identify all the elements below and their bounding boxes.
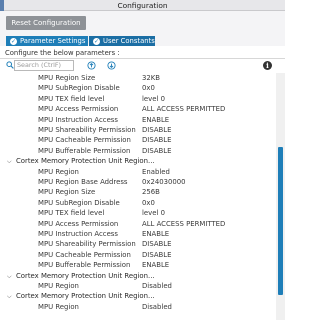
tab-label: Parameter Settings	[20, 37, 86, 45]
parameter-row[interactable]: MPU Bufferable Permission DISABLE	[0, 146, 275, 157]
parameter-row[interactable]: MPU Region Disabled	[0, 281, 275, 292]
parameter-name: MPU Cacheable Permission	[38, 136, 131, 145]
parameter-row[interactable]: MPU Cacheable Permission DISABLE	[0, 250, 275, 261]
group-label: Cortex Memory Protection Unit Region...	[16, 271, 155, 280]
parameter-row[interactable]: MPU Region Enabled	[0, 167, 275, 178]
search-icon	[6, 61, 14, 69]
tab-parameter-settings[interactable]: ✓ Parameter Settings	[6, 36, 88, 46]
parameter-name: MPU Bufferable Permission	[38, 146, 131, 155]
parameter-value[interactable]: DISABLE	[142, 135, 171, 146]
parameter-tree: MPU Region Size 32KB MPU SubRegion Disable…	[0, 73, 275, 320]
parameter-row[interactable]: MPU Region Base Address 0x24030000	[0, 177, 275, 188]
scrollbar-thumb[interactable]	[278, 147, 283, 295]
reset-configuration-button[interactable]: Reset Configuration	[6, 16, 86, 30]
tree-group-row[interactable]: ⌵ Cortex Memory Protection Unit Region...	[0, 271, 275, 282]
chevron-down-icon[interactable]: ⌵	[7, 156, 12, 167]
parameter-value[interactable]: 256B	[142, 187, 160, 198]
parameter-row[interactable]: MPU Instruction Access ENABLE	[0, 115, 275, 126]
parameter-value[interactable]: ALL ACCESS PERMITTED	[142, 104, 225, 115]
parameter-name: MPU Bufferable Permission	[38, 261, 131, 270]
parameter-name: MPU Region Size	[38, 188, 96, 197]
parameter-name: MPU Shareability Permission	[38, 126, 136, 134]
parameter-value[interactable]: ALL ACCESS PERMITTED	[142, 219, 225, 230]
parameter-value[interactable]: Disabled	[142, 302, 172, 313]
info-icon[interactable]: i	[263, 61, 272, 70]
window-title: Configuration	[117, 1, 168, 10]
parameter-row[interactable]: MPU Bufferable Permission ENABLE	[0, 260, 275, 271]
parameter-row[interactable]: MPU SubRegion Disable 0x0	[0, 83, 275, 94]
window-titlebar: Configuration	[0, 0, 285, 11]
search-input[interactable]: Search (CtrlF)	[14, 60, 74, 71]
parameter-value[interactable]: 32KB	[142, 73, 160, 84]
parameter-value[interactable]: ENABLE	[142, 115, 169, 126]
tab-label: User Constants	[103, 37, 155, 45]
configure-hint: Configure the below parameters :	[0, 47, 285, 59]
tab-user-constants[interactable]: ✓ User Constants	[89, 36, 155, 46]
parameter-name: MPU Instruction Access	[38, 115, 118, 124]
parameter-value[interactable]: ENABLE	[142, 229, 169, 240]
parameter-name: MPU SubRegion Disable	[38, 84, 120, 93]
titlebar-accent	[0, 0, 4, 11]
parameter-value[interactable]: level 0	[142, 208, 165, 219]
chevron-down-icon[interactable]: ⌵	[7, 291, 12, 302]
parameter-value[interactable]: ENABLE	[142, 260, 169, 271]
parameter-name: MPU Region	[38, 167, 79, 176]
parameter-value[interactable]: 0x0	[142, 83, 155, 94]
check-circle-icon: ✓	[10, 37, 17, 45]
parameter-value[interactable]: Disabled	[142, 281, 172, 292]
parameter-value[interactable]: DISABLE	[142, 125, 171, 136]
parameter-value[interactable]: 0x24030000	[142, 177, 186, 188]
parameter-value[interactable]: DISABLE	[142, 250, 171, 261]
parameter-name: MPU Region	[38, 282, 79, 290]
parameter-row[interactable]: MPU SubRegion Disable 0x0	[0, 198, 275, 209]
parameter-name: MPU Access Permission	[38, 105, 119, 114]
parameter-name: MPU Instruction Access	[38, 230, 118, 238]
parameter-row[interactable]: MPU Region Size 32KB	[0, 73, 275, 84]
parameter-row[interactable]: MPU Shareability Permission DISABLE	[0, 239, 275, 250]
parameter-name: MPU Region Base Address	[38, 178, 128, 186]
parameter-row[interactable]: MPU Region Size 256B	[0, 187, 275, 198]
vertical-scrollbar[interactable]	[276, 73, 285, 320]
search-next-icon[interactable]	[107, 61, 116, 70]
group-label: Cortex Memory Protection Unit Region...	[16, 292, 155, 301]
parameter-row[interactable]: MPU TEX field level level 0	[0, 208, 275, 219]
check-circle-icon: ✓	[93, 37, 100, 45]
parameter-name: MPU Shareability Permission	[38, 240, 136, 249]
parameter-name: MPU Region Size	[38, 74, 96, 82]
parameter-row[interactable]: MPU Instruction Access ENABLE	[0, 229, 275, 240]
search-previous-icon[interactable]	[87, 61, 96, 70]
parameter-value[interactable]: DISABLE	[142, 146, 171, 157]
parameter-row[interactable]: MPU Access Permission ALL ACCESS PERMITTE…	[0, 104, 275, 115]
parameter-row[interactable]: MPU Cacheable Permission DISABLE	[0, 135, 275, 146]
parameter-name: MPU TEX field level	[38, 94, 105, 103]
tree-group-row[interactable]: ⌵ Cortex Memory Protection Unit Region...	[0, 291, 275, 302]
parameter-value[interactable]: Enabled	[142, 167, 170, 178]
tree-group-row[interactable]: ⌵ Cortex Memory Protection Unit Region...	[0, 156, 275, 167]
parameter-name: MPU Cacheable Permission	[38, 250, 131, 259]
parameter-name: MPU Access Permission	[38, 219, 119, 228]
parameter-row[interactable]: MPU Shareability Permission DISABLE	[0, 125, 275, 136]
parameter-name: MPU TEX field level	[38, 209, 105, 218]
parameter-value[interactable]: DISABLE	[142, 239, 171, 250]
parameter-row[interactable]: MPU Region Disabled	[0, 302, 275, 313]
group-label: Cortex Memory Protection Unit Region...	[16, 157, 155, 166]
parameter-name: MPU Region	[38, 302, 79, 311]
parameter-row[interactable]: MPU TEX field level level 0	[0, 94, 275, 105]
parameter-name: MPU SubRegion Disable	[38, 198, 120, 207]
parameter-value[interactable]: level 0	[142, 94, 165, 105]
search-bar: Search (CtrlF) i	[0, 59, 285, 73]
parameter-value[interactable]: 0x0	[142, 198, 155, 209]
chevron-down-icon[interactable]: ⌵	[7, 271, 12, 282]
tab-bar: ✓ Parameter Settings ✓ User Constants	[0, 35, 285, 46]
parameter-row[interactable]: MPU Access Permission ALL ACCESS PERMITTE…	[0, 219, 275, 230]
toolbar: Reset Configuration	[0, 11, 285, 35]
